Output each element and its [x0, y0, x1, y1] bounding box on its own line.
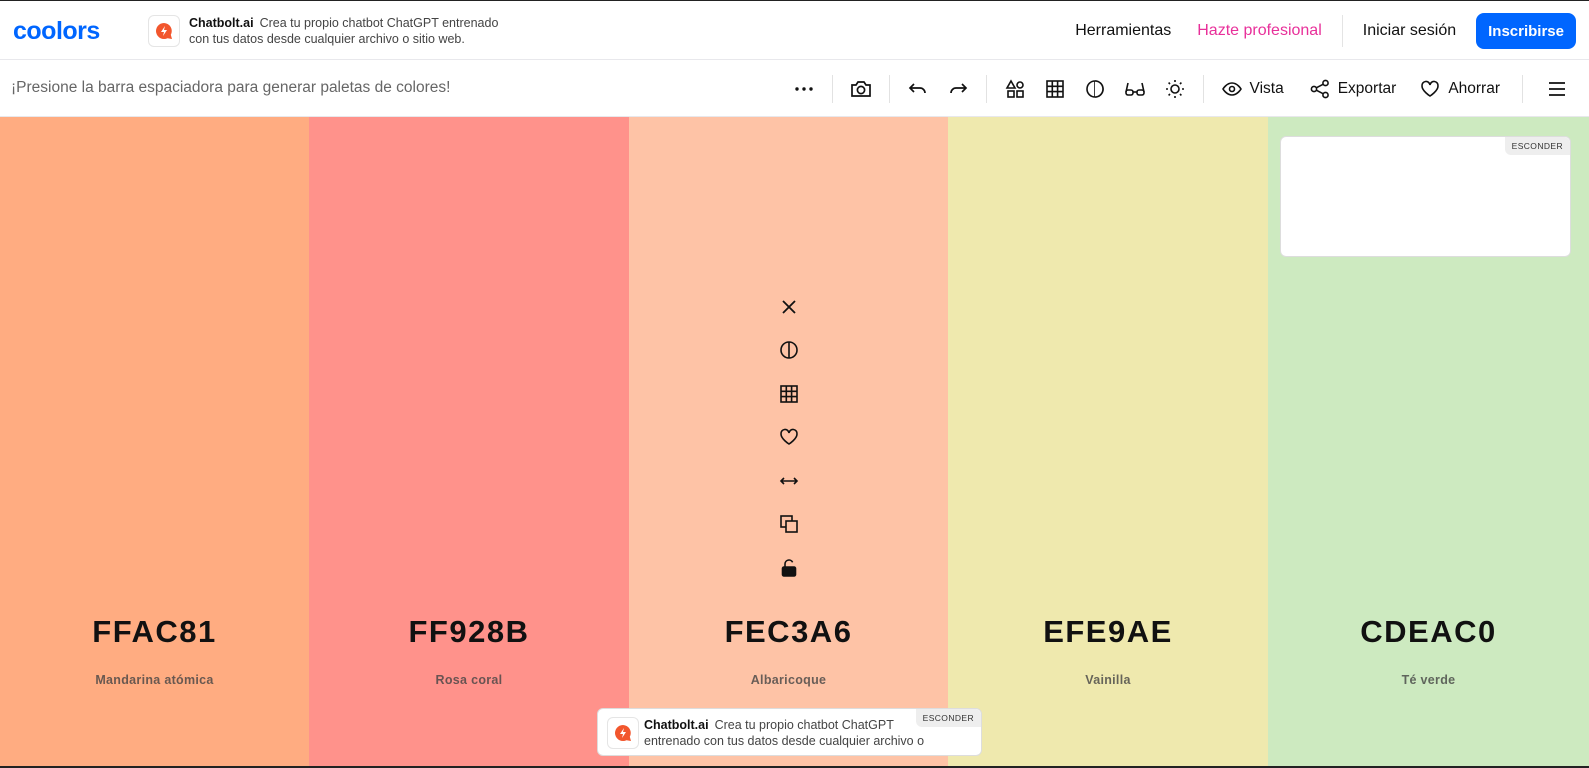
chatbolt-logo-icon — [148, 15, 180, 47]
save-button[interactable]: Ahorrar — [1410, 69, 1510, 109]
coolors-logo-mark: coolors — [13, 18, 100, 44]
top-ad-text: Chatbolt.ai Crea tu propio chatbot ChatGP… — [189, 15, 519, 47]
ad-brand: Chatbolt.ai — [644, 718, 709, 732]
spacebar-hint: ¡Presione la barra espaciadora para gene… — [11, 79, 451, 96]
shapes-icon[interactable] — [995, 69, 1035, 109]
ad-brand: Chatbolt.ai — [189, 16, 254, 30]
bottom-ad-text: Chatbolt.ai Crea tu propio chatbot ChatGP… — [644, 717, 944, 749]
color-swatch[interactable]: FF928B Rosa coral — [309, 117, 629, 768]
toolbar-actions: Vista Exportar Ahorrar — [784, 60, 1589, 117]
more-icon[interactable] — [784, 69, 824, 109]
hamburger-icon[interactable] — [1537, 69, 1577, 109]
export-button[interactable]: Exportar — [1300, 69, 1407, 109]
bottom-ad[interactable]: Chatbolt.ai Crea tu propio chatbot ChatGP… — [597, 708, 982, 756]
heart-icon — [1421, 80, 1440, 97]
grid-icon[interactable] — [769, 372, 809, 416]
undo-icon[interactable] — [898, 69, 938, 109]
lock-icon[interactable] — [769, 546, 809, 590]
top-navbar: coolors Chatbolt.ai Crea tu propio chatbo… — [0, 0, 1589, 60]
sun-icon[interactable] — [1155, 69, 1195, 109]
toolbar-divider — [1522, 74, 1523, 103]
signup-button[interactable]: Inscribirse — [1476, 13, 1576, 49]
hide-ad-button[interactable]: ESCONDER — [915, 709, 981, 727]
contrast-icon[interactable] — [1075, 69, 1115, 109]
export-label: Exportar — [1337, 79, 1397, 97]
palette-toolbar: ¡Presione la barra espaciadora para gene… — [0, 60, 1589, 117]
color-swatch[interactable]: FEC3A6 Albaricoque — [629, 117, 948, 768]
grid-icon[interactable] — [1035, 69, 1075, 109]
swatch-hex[interactable]: FF928B — [309, 614, 629, 650]
nav-tools-link[interactable]: Herramientas — [1065, 22, 1181, 40]
share-icon — [1310, 79, 1329, 98]
nav-divider — [1341, 15, 1343, 47]
heart-icon[interactable] — [769, 416, 809, 460]
save-label: Ahorrar — [1448, 79, 1500, 97]
swatch-color-name: Té verde — [1401, 673, 1456, 687]
toolbar-divider — [1202, 74, 1204, 103]
redo-icon[interactable] — [938, 69, 978, 109]
swatch-color-name: Mandarina atómica — [95, 673, 214, 687]
swatch-color-name: Albaricoque — [750, 673, 827, 687]
swatch-toolset — [769, 285, 809, 590]
view-button[interactable]: Vista — [1212, 69, 1294, 109]
color-swatch[interactable]: FFAC81 Mandarina atómica — [0, 117, 309, 768]
drag-arrows-icon[interactable] — [769, 459, 809, 503]
toolbar-divider — [831, 74, 833, 103]
camera-icon[interactable] — [841, 69, 881, 109]
svg-text:coolors: coolors — [13, 18, 100, 44]
swatch-hex[interactable]: FEC3A6 — [629, 614, 948, 650]
coolors-logo[interactable]: coolors — [13, 18, 125, 44]
nav-login-link[interactable]: Iniciar sesión — [1353, 22, 1466, 40]
swatch-color-name: Rosa coral — [435, 673, 503, 687]
swatch-hex[interactable]: EFE9AE — [948, 614, 1268, 650]
copy-icon[interactable] — [769, 503, 809, 547]
hide-ad-button[interactable]: ESCONDER — [1504, 137, 1570, 155]
toolbar-divider — [985, 74, 987, 103]
swatch-hex[interactable]: FFAC81 — [0, 614, 309, 650]
toolbar-divider — [888, 74, 890, 103]
nav-pro-link[interactable]: Hazte profesional — [1187, 22, 1332, 40]
contrast-icon[interactable] — [769, 329, 809, 373]
eye-icon — [1221, 81, 1242, 96]
swatch-color-name: Vainilla — [1085, 673, 1131, 687]
chatbolt-logo-icon — [607, 717, 639, 749]
color-swatch[interactable]: EFE9AE Vainilla — [948, 117, 1268, 768]
glasses-icon[interactable] — [1115, 69, 1155, 109]
close-icon[interactable] — [769, 285, 809, 329]
side-ad-card[interactable]: ESCONDER — [1280, 136, 1571, 257]
swatch-hex[interactable]: CDEAC0 — [1268, 614, 1589, 650]
nav-right: Herramientas Hazte profesional Iniciar s… — [1065, 1, 1589, 61]
view-label: Vista — [1249, 79, 1284, 97]
top-ad[interactable]: Chatbolt.ai Crea tu propio chatbot ChatGP… — [148, 15, 519, 47]
